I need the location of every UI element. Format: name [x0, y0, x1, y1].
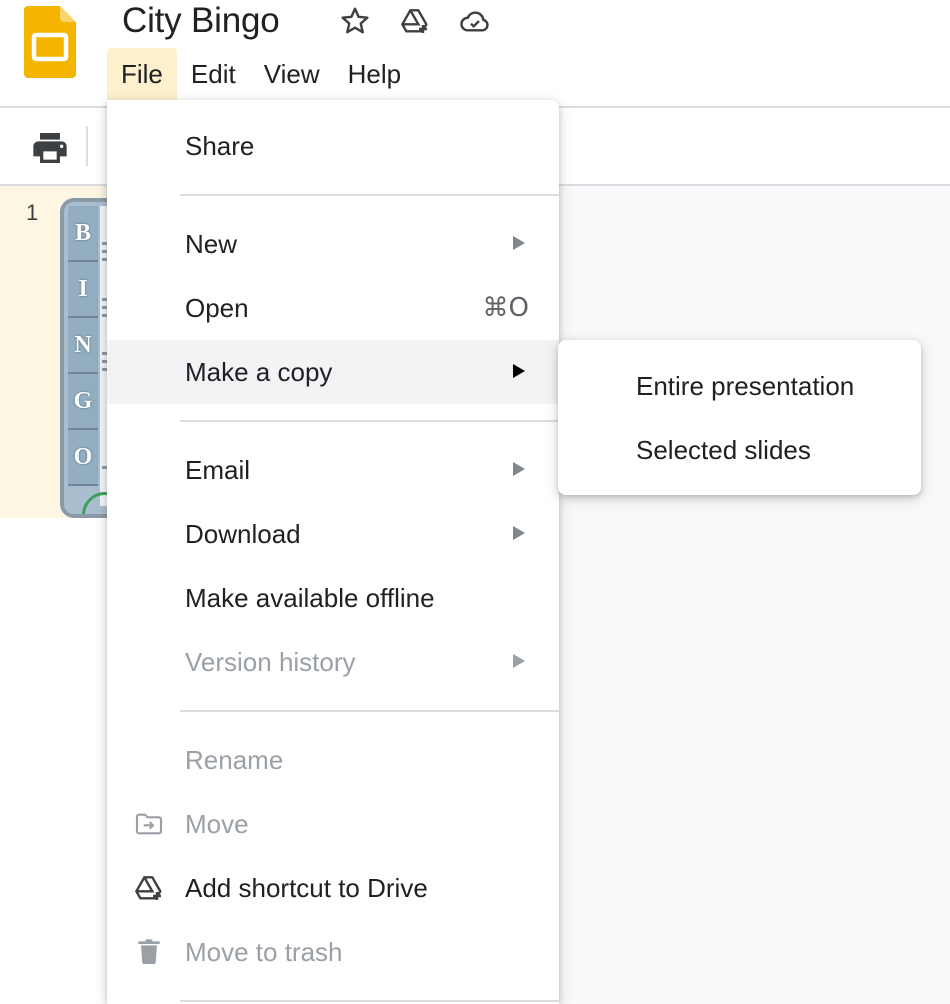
menu-item-download[interactable]: Download [107, 502, 559, 566]
keyboard-shortcut: ⌘O [482, 293, 529, 323]
document-title[interactable]: City Bingo [122, 0, 280, 42]
menu-item-label: Open [185, 293, 249, 323]
bingo-letter: B [68, 206, 98, 262]
menu-item-label: New [185, 229, 238, 259]
menu-item-label: Make a copy [185, 357, 333, 387]
submenu-arrow-icon [513, 364, 525, 378]
submenu-item-label: Selected slides [636, 435, 811, 465]
move-folder-icon [131, 806, 167, 842]
move-to-drive-icon[interactable] [398, 4, 432, 38]
menu-item-make-a-copy[interactable]: Make a copy [107, 340, 559, 404]
menu-item-label: Version history [185, 647, 356, 677]
submenu-arrow-icon [513, 526, 525, 540]
menu-item-share[interactable]: Share [107, 114, 559, 178]
menu-item-new[interactable]: New [107, 212, 559, 276]
app-logo[interactable] [24, 6, 76, 78]
toolbar-separator [86, 126, 88, 166]
slide-number: 1 [26, 200, 39, 225]
bingo-column: B I N G O [68, 206, 98, 486]
submenu-item-label: Entire presentation [636, 371, 855, 401]
menu-item-add-shortcut-to-drive[interactable]: Add shortcut to Drive [107, 856, 559, 920]
menu-item-label: Download [185, 519, 301, 549]
submenu-arrow-icon [513, 236, 525, 250]
bingo-letter: O [68, 430, 98, 486]
menu-edit[interactable]: Edit [177, 48, 250, 100]
menu-item-label: Move to trash [185, 937, 343, 967]
menu-item-make-available-offline[interactable]: Make available offline [107, 566, 559, 630]
add-to-drive-icon [131, 870, 167, 906]
menu-help[interactable]: Help [334, 48, 415, 100]
menu-item-label: Make available offline [185, 583, 435, 613]
make-a-copy-submenu: Entire presentation Selected slides [558, 340, 921, 495]
menu-item-email[interactable]: Email [107, 438, 559, 502]
google-slides-logo-icon [24, 6, 76, 78]
menu-item-rename[interactable]: Rename [107, 728, 559, 792]
cloud-saved-icon[interactable] [458, 4, 492, 38]
menu-view[interactable]: View [250, 48, 334, 100]
menu-divider [180, 1000, 559, 1002]
menu-divider [180, 194, 559, 196]
menu-item-move-to-trash[interactable]: Move to trash [107, 920, 559, 984]
submenu-arrow-icon [513, 654, 525, 668]
menu-file[interactable]: File [107, 48, 177, 100]
bingo-letter: G [68, 374, 98, 430]
menu-item-move[interactable]: Move [107, 792, 559, 856]
menu-divider [180, 420, 559, 422]
bingo-letter: N [68, 318, 98, 374]
file-menu: Share New Open ⌘O Make a copy Email Down… [107, 100, 559, 1004]
menu-item-label: Move [185, 809, 249, 839]
print-icon[interactable] [30, 128, 70, 168]
star-icon[interactable] [338, 4, 372, 38]
trash-icon [131, 934, 167, 970]
menubar: File Edit View Help [107, 48, 415, 100]
menu-item-label: Add shortcut to Drive [185, 873, 428, 903]
submenu-item-entire-presentation[interactable]: Entire presentation [558, 354, 921, 418]
submenu-item-selected-slides[interactable]: Selected slides [558, 418, 921, 482]
menu-item-label: Email [185, 455, 251, 485]
menu-item-open[interactable]: Open ⌘O [107, 276, 559, 340]
menu-item-label: Share [185, 131, 255, 161]
menu-item-label: Rename [185, 745, 284, 775]
menu-item-version-history[interactable]: Version history [107, 630, 559, 694]
submenu-arrow-icon [513, 462, 525, 476]
bingo-letter: I [68, 262, 98, 318]
menu-divider [180, 710, 559, 712]
